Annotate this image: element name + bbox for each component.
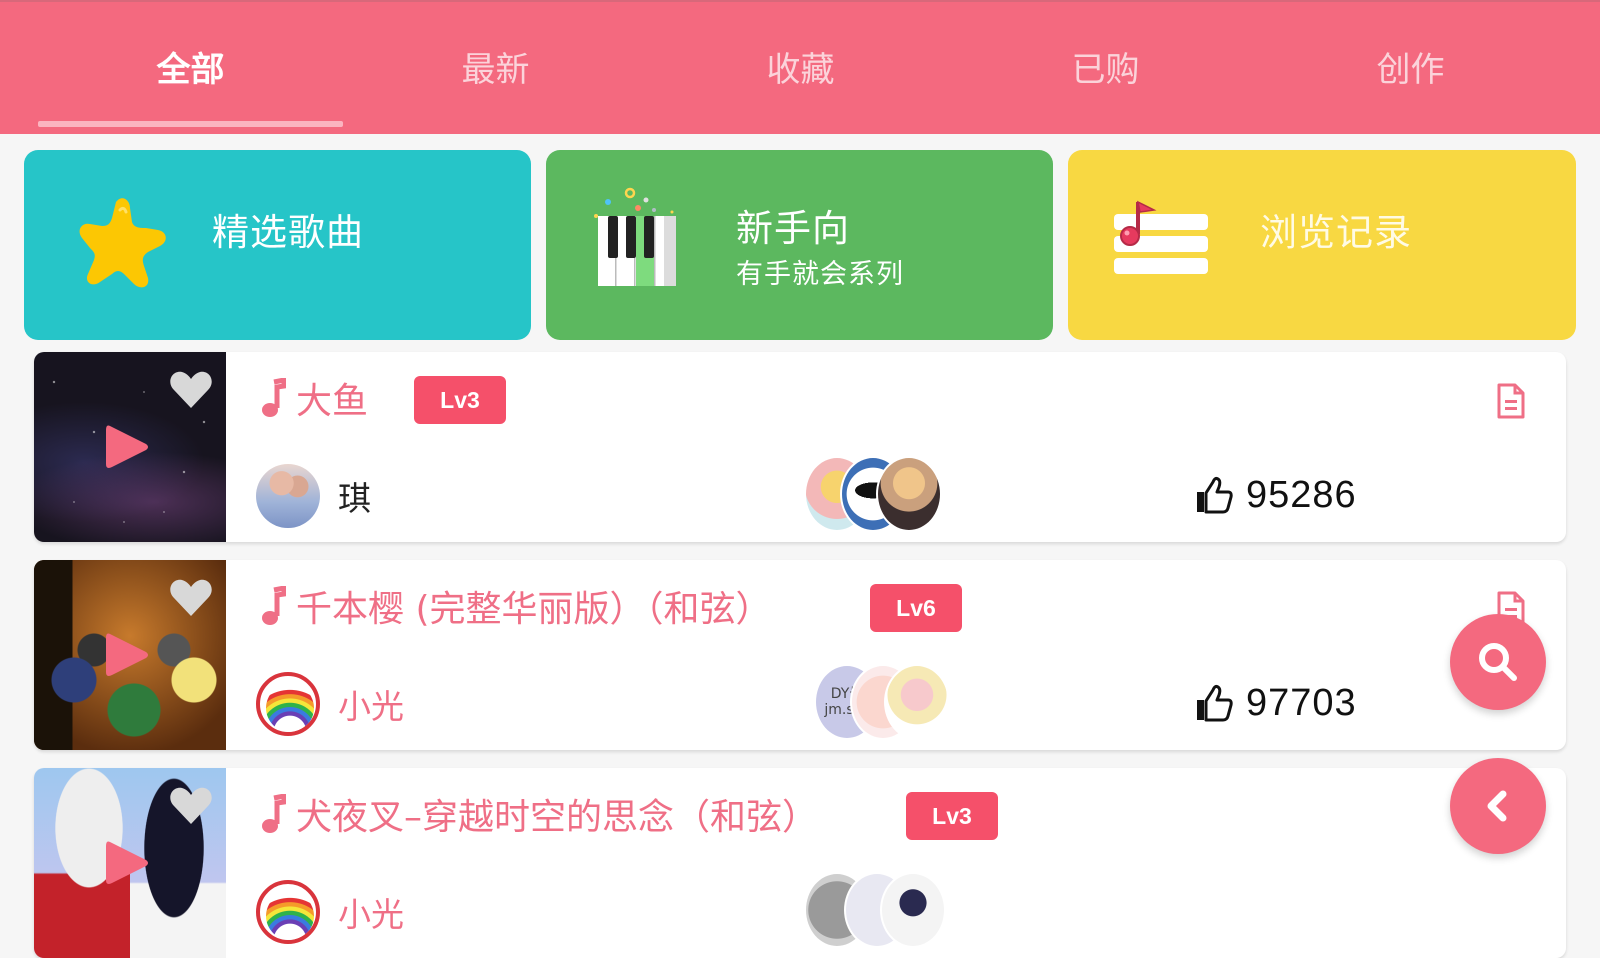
player-avatar: [880, 872, 946, 948]
tab-favorites[interactable]: 收藏: [648, 2, 953, 132]
author-avatar[interactable]: [256, 464, 320, 528]
author-name: 琪: [338, 479, 371, 518]
author-avatar[interactable]: [256, 880, 320, 944]
song-thumbnail[interactable]: [34, 768, 226, 958]
back-button[interactable]: [1450, 758, 1546, 854]
active-tab-indicator: [38, 121, 343, 127]
featured-songs-title: 精选歌曲: [212, 211, 364, 254]
top-tab-bar: 全部 最新 收藏 已购 创作: [0, 0, 1600, 134]
author-info[interactable]: 小光: [256, 672, 404, 736]
author-info[interactable]: 小光: [256, 880, 404, 944]
play-icon[interactable]: [104, 838, 150, 888]
song-thumbnail[interactable]: [34, 560, 226, 750]
level-badge: Lv6: [870, 584, 962, 632]
level-badge: Lv3: [906, 792, 998, 840]
song-thumbnail[interactable]: [34, 352, 226, 542]
browse-history-card[interactable]: 浏览记录: [1068, 150, 1576, 340]
author-name: 小光: [338, 687, 404, 726]
favorite-heart-icon[interactable]: [168, 786, 214, 826]
tab-all[interactable]: 全部: [38, 2, 343, 132]
player-avatars: DY号 jm.sky: [804, 664, 954, 740]
song-title[interactable]: 千本樱 (完整华丽版）（和弦）: [260, 580, 772, 632]
level-badge: Lv3: [414, 376, 506, 424]
song-title-text: 千本樱 (完整华丽版）（和弦）: [296, 589, 772, 630]
search-button[interactable]: [1450, 614, 1546, 710]
music-list-icon: [1114, 200, 1208, 274]
featured-songs-card[interactable]: 精选歌曲: [24, 150, 531, 340]
thumbs-up-icon: [1197, 684, 1233, 722]
favorite-heart-icon[interactable]: [168, 578, 214, 618]
player-avatars: [804, 456, 954, 532]
beginner-card[interactable]: 新手向 有手就会系列: [546, 150, 1053, 340]
author-avatar[interactable]: [256, 672, 320, 736]
music-note-icon: [262, 378, 286, 417]
song-title-text: 犬夜叉–穿越时空的思念（和弦）: [296, 797, 819, 838]
play-icon[interactable]: [104, 630, 150, 680]
player-avatars: [804, 872, 954, 948]
tab-created[interactable]: 创作: [1258, 2, 1563, 132]
song-title[interactable]: 犬夜叉–穿越时空的思念（和弦）: [260, 788, 818, 840]
player-avatar: [876, 456, 942, 532]
favorite-heart-icon[interactable]: [168, 370, 214, 410]
browse-history-title: 浏览记录: [1260, 211, 1412, 254]
likes-count: 95286: [1246, 473, 1357, 516]
music-note-icon: [262, 586, 286, 625]
song-list-item[interactable]: 千本樱 (完整华丽版）（和弦） Lv6 小光 DY号 jm.sky 97703: [34, 560, 1566, 750]
beginner-title: 新手向: [736, 207, 850, 250]
song-list-item[interactable]: 犬夜叉–穿越时空的思念（和弦） Lv3 小光: [34, 768, 1566, 958]
star-icon: [79, 198, 166, 288]
chevron-left-icon: [1487, 790, 1507, 822]
tab-purchased[interactable]: 已购: [953, 2, 1258, 132]
search-icon: [1479, 643, 1517, 681]
sheet-music-icon[interactable]: [1496, 382, 1526, 420]
likes[interactable]: 97703: [1194, 678, 1357, 728]
tab-latest[interactable]: 最新: [343, 2, 648, 132]
song-title[interactable]: 大鱼: [260, 372, 368, 424]
likes[interactable]: 95286: [1194, 470, 1357, 520]
author-info[interactable]: 琪: [256, 464, 371, 528]
song-title-text: 大鱼: [296, 381, 369, 422]
play-icon[interactable]: [104, 422, 150, 472]
likes-count: 97703: [1246, 681, 1357, 724]
thumbs-up-icon: [1197, 476, 1233, 514]
player-avatar: [884, 664, 950, 740]
beginner-subtitle: 有手就会系列: [736, 259, 904, 290]
piano-icon: [594, 187, 676, 286]
music-note-icon: [262, 794, 286, 833]
author-name: 小光: [338, 895, 404, 934]
song-list-item[interactable]: 大鱼 Lv3 琪 95286: [34, 352, 1566, 542]
